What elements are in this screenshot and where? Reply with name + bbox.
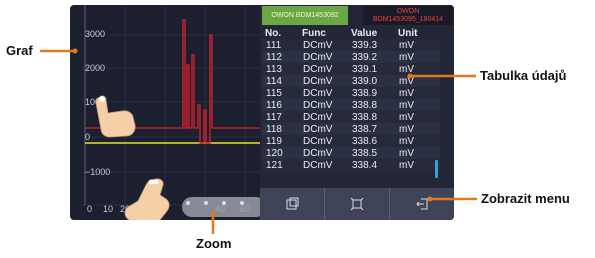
cell-func: DCmV: [303, 63, 333, 75]
cell-unit: mV: [399, 123, 414, 135]
cell-func: DCmV: [303, 87, 333, 99]
cell-no: 121: [266, 159, 283, 171]
cell-unit: mV: [399, 63, 414, 75]
fit-button[interactable]: [325, 188, 390, 220]
cell-value: 338.8: [352, 99, 378, 111]
cell-value: 338.4: [352, 159, 378, 171]
cell-unit: mV: [399, 87, 414, 99]
table-row[interactable]: 116 DCmV 338.8 mV: [262, 99, 440, 111]
zoom-dots-icon: [186, 201, 244, 205]
table-row[interactable]: 119 DCmV 338.6 mV: [262, 135, 440, 147]
cell-unit: mV: [399, 147, 414, 159]
cell-value: 338.7: [352, 123, 378, 135]
table-row[interactable]: 112 DCmV 339.2 mV: [262, 51, 440, 63]
column-header: No.: [265, 27, 282, 39]
cell-no: 112: [266, 51, 282, 63]
table-row[interactable]: 113 DCmV 339.1 mV: [262, 63, 440, 75]
data-table[interactable]: No. Func Value Unit 111 DCmV 339.3 mV 112 DC…: [262, 27, 440, 171]
cell-value: 338.5: [352, 147, 378, 159]
table-row[interactable]: 118 DCmV 338.7 mV: [262, 123, 440, 135]
callout-zoom: Zoom: [196, 236, 232, 251]
cell-value: 339.0: [352, 75, 378, 87]
hand-pinch-icon: [124, 178, 170, 220]
cell-no: 118: [266, 123, 282, 135]
x-tick-label: 0: [87, 204, 92, 214]
cell-unit: mV: [399, 99, 414, 111]
cell-value: 338.9: [352, 87, 378, 99]
screenshot-button[interactable]: [260, 188, 325, 220]
cell-unit: mV: [399, 159, 414, 171]
cell-func: DCmV: [303, 147, 333, 159]
cell-func: DCmV: [303, 135, 333, 147]
app-screen: 3000 2000 1000 0 −1000 0 10 20 40 60: [70, 5, 454, 220]
cell-func: DCmV: [303, 51, 333, 63]
cell-value: 339.2: [352, 51, 378, 63]
device-1-name: OWON BDM1453092: [271, 11, 339, 19]
cell-value: 338.6: [352, 135, 378, 147]
table-row[interactable]: 121 DCmV 338.4 mV: [262, 159, 440, 171]
column-header: Func: [302, 27, 326, 39]
callout-graf: Graf: [6, 43, 33, 58]
cell-value: 338.8: [352, 111, 378, 123]
callout-tabulka: Tabulka údajů: [480, 68, 567, 83]
cell-no: 115: [266, 87, 282, 99]
data-panel: OWON BDM1453092 OWON BDM1453095_180414 N…: [260, 5, 454, 220]
cell-unit: mV: [399, 51, 414, 63]
graph-area[interactable]: 3000 2000 1000 0 −1000 0 10 20 40 60: [70, 5, 266, 220]
cell-no: 119: [266, 135, 282, 147]
y-tick-label: −1000: [85, 167, 110, 177]
cell-unit: mV: [399, 135, 414, 147]
table-row[interactable]: 120 DCmV 338.5 mV: [262, 147, 440, 159]
table-scrollbar[interactable]: [435, 160, 438, 178]
y-tick-label: 2000: [85, 63, 105, 73]
cell-func: DCmV: [303, 111, 333, 123]
y-tick-label: 0: [85, 132, 90, 142]
cell-no: 111: [266, 39, 282, 51]
cell-no: 113: [266, 63, 282, 75]
x-tick-label: 10: [103, 204, 113, 214]
table-row[interactable]: 114 DCmV 339.0 mV: [262, 75, 440, 87]
exit-button[interactable]: [390, 188, 454, 220]
table-row[interactable]: 117 DCmV 338.8 mV: [262, 111, 440, 123]
column-header: Value: [351, 27, 378, 39]
table-header-row: No. Func Value Unit: [262, 27, 440, 39]
table-row[interactable]: 111 DCmV 339.3 mV: [262, 39, 440, 51]
fit-icon: [350, 197, 364, 211]
cell-unit: mV: [399, 75, 414, 87]
device-tab-1[interactable]: OWON BDM1453092: [262, 6, 348, 25]
cell-no: 114: [266, 75, 282, 87]
zoom-control[interactable]: [182, 197, 266, 217]
cell-no: 116: [266, 99, 282, 111]
cell-func: DCmV: [303, 123, 333, 135]
y-tick-label: 3000: [85, 29, 105, 39]
cell-unit: mV: [399, 111, 414, 123]
cell-no: 117: [266, 111, 282, 123]
callout-zobrazit-menu: Zobrazit menu: [481, 191, 570, 206]
hand-tap-icon: [95, 95, 136, 138]
cell-func: DCmV: [303, 39, 333, 51]
device-2-name-line2: BDM1453095_180414: [372, 15, 444, 23]
device-2-name-line1: OWON: [396, 7, 420, 15]
cell-func: DCmV: [303, 99, 333, 111]
device-tab-2[interactable]: OWON BDM1453095_180414: [363, 6, 453, 25]
cell-unit: mV: [399, 39, 414, 51]
screenshot-icon: [286, 197, 299, 210]
cell-func: DCmV: [303, 159, 333, 171]
cell-value: 339.3: [352, 39, 378, 51]
cell-value: 339.1: [352, 63, 378, 75]
cell-no: 120: [266, 147, 283, 159]
exit-icon: [416, 198, 428, 210]
table-row[interactable]: 115 DCmV 338.9 mV: [262, 87, 440, 99]
cell-func: DCmV: [303, 75, 333, 87]
column-header: Unit: [398, 27, 418, 39]
bottom-menu: [260, 188, 454, 220]
